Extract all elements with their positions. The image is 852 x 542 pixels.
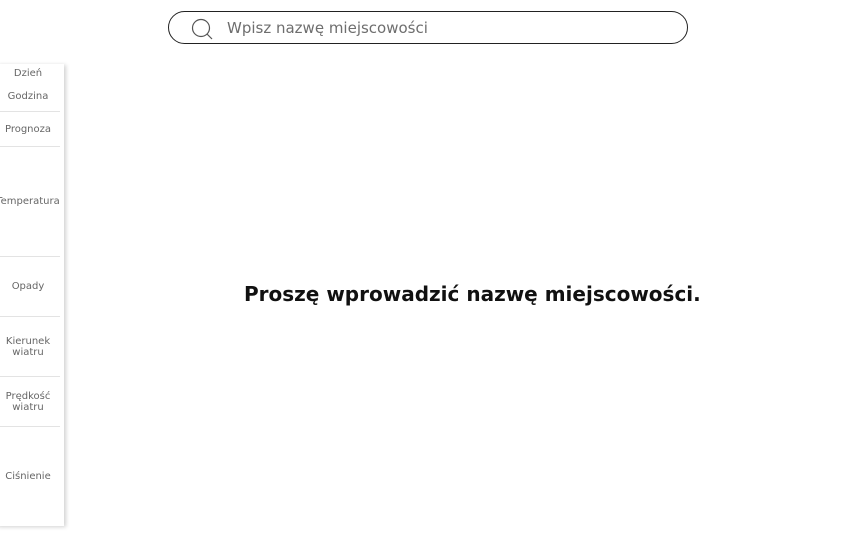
search-icon[interactable]	[191, 18, 213, 40]
row-label-pressure: Ciśnienie	[0, 427, 60, 526]
row-label-wind-speed: Prędkość wiatru	[0, 377, 60, 427]
row-label-day: Dzień	[0, 64, 60, 82]
row-label-text: Kierunek wiatru	[5, 335, 51, 358]
weather-app: Dzień Godzina Prognoza Temperatura Opady…	[0, 0, 852, 542]
row-label-forecast: Prognoza	[0, 112, 60, 147]
row-label-text: Dzień	[13, 67, 43, 79]
row-label-text: Prognoza	[4, 123, 52, 135]
empty-state-message: Proszę wprowadzić nazwę miejscowości.	[244, 282, 701, 306]
row-label-text: Opady	[11, 281, 45, 292]
forecast-row-labels: Dzień Godzina Prognoza Temperatura Opady…	[0, 64, 64, 526]
search-input[interactable]	[227, 16, 667, 40]
row-label-text: Ciśnienie	[5, 471, 51, 482]
row-label-precipitation: Opady	[0, 257, 60, 317]
row-label-text: Godzina	[7, 91, 49, 102]
search-bar[interactable]	[168, 11, 688, 44]
row-label-text: Temperatura	[0, 196, 60, 207]
row-label-text: Prędkość wiatru	[5, 390, 51, 413]
row-label-hour: Godzina	[0, 82, 60, 112]
row-label-temperature: Temperatura	[0, 147, 60, 257]
row-label-wind-direction: Kierunek wiatru	[0, 317, 60, 377]
